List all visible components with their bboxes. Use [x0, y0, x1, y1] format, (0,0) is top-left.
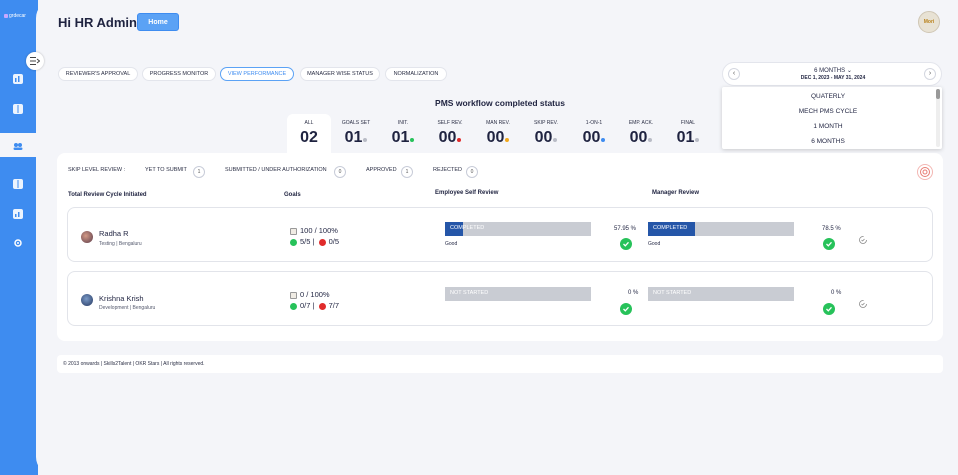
refresh-icon[interactable]: [858, 296, 868, 308]
status-dot: [695, 138, 700, 142]
goal-icon: [290, 291, 297, 299]
tab-progress-monitor[interactable]: PROGRESS MONITOR: [142, 67, 216, 81]
status-dot: [648, 138, 653, 142]
tab-manager-wise-status[interactable]: MANAGER WISE STATUS: [300, 67, 380, 81]
tab-normalization[interactable]: NORMALIZATION: [385, 67, 447, 81]
date-range-selector[interactable]: ‹ 6 MONTHS ⌄ DEC 1, 2023 - MAY 31, 2024 …: [722, 62, 942, 86]
count-badge: 0: [334, 166, 346, 178]
manager-review-rating: Good: [648, 241, 661, 247]
check-circle-icon: [620, 303, 632, 315]
goal-progress: 100 / 100%: [290, 226, 338, 235]
period-label[interactable]: 6 MONTHS ⌄: [723, 67, 943, 74]
dropdown-scrollbar[interactable]: [936, 89, 940, 147]
status-dot: [505, 138, 510, 142]
count-badge: 0: [466, 166, 478, 178]
team-icon[interactable]: [12, 139, 24, 151]
self-review-percent: 57.95 %: [614, 226, 637, 232]
dropdown-option[interactable]: 6 MONTHS: [722, 134, 934, 149]
column-header-manager-review: Manager Review: [652, 190, 700, 196]
skip-level-label: SKIP LEVEL REVIEW :: [68, 167, 126, 173]
skip-filter-rejected[interactable]: REJECTED: [433, 167, 462, 173]
stat-one-on-one[interactable]: 1-ON-1 00: [572, 120, 616, 147]
employee-meta: Development | Bengaluru: [99, 305, 156, 311]
self-review-rating: Good: [445, 241, 458, 247]
dropdown-option[interactable]: 1 MONTH: [722, 119, 934, 134]
period-dropdown: QUATERLY MECH PMS CYCLE 1 MONTH 6 MONTHS: [722, 87, 942, 149]
book-icon[interactable]: [12, 102, 24, 114]
check-circle-icon: [823, 238, 835, 250]
status-dot: [457, 138, 462, 142]
goal-counts: 0/7 | 7/7: [290, 301, 339, 310]
menu-collapse-icon: [30, 57, 40, 65]
check-circle-icon: [823, 303, 835, 315]
pms-status-title: PMS workflow completed status: [435, 98, 565, 108]
tab-view-performance[interactable]: VIEW PERFORMANCE: [220, 67, 294, 81]
tab-reviewers-approval[interactable]: REVIEWER'S APPROVAL: [58, 67, 138, 81]
status-dot: [553, 138, 558, 142]
column-header-self-review: Employee Self Review: [435, 190, 499, 196]
sidebar-toggle-button[interactable]: [26, 52, 44, 70]
next-period-button[interactable]: ›: [924, 68, 936, 80]
manager-review-progress-bar: NOT STARTED: [648, 287, 794, 301]
sidebar-rail: grdecar: [0, 0, 38, 475]
goal-icon: [290, 227, 297, 235]
skip-filter-approved[interactable]: APPROVED: [366, 167, 397, 173]
manager-review-percent: 0 %: [831, 290, 842, 296]
count-badge: 1: [401, 166, 413, 178]
column-header-goals: Goals: [284, 192, 301, 198]
footer: © 2013 onwards | Skills2Talent | OKR Sta…: [57, 355, 943, 373]
self-review-progress-bar: COMPLETED: [445, 222, 591, 236]
brand-logo[interactable]: grdecar: [4, 13, 26, 19]
dropdown-option[interactable]: QUATERLY: [722, 89, 934, 104]
skip-filter-submitted[interactable]: SUBMITTED / UNDER AUTHORIZATION: [225, 167, 327, 173]
refresh-icon[interactable]: [858, 232, 868, 244]
user-avatar[interactable]: Mori: [918, 11, 940, 33]
goal-counts: 5/5 | 0/5: [290, 237, 339, 246]
employee-meta: Testing | Bengaluru: [99, 241, 142, 247]
stat-employee-ack[interactable]: EMP. ACK. 00: [619, 120, 663, 147]
page-greeting: Hi HR Admin: [58, 15, 137, 30]
check-circle-icon: [290, 238, 297, 246]
column-header-cycle: Total Review Cycle Initiated: [68, 192, 147, 198]
employee-name[interactable]: Krishna Krish: [99, 294, 144, 303]
stat-all[interactable]: ALL 02: [287, 120, 331, 147]
status-dot: [410, 138, 415, 142]
manager-review-progress-bar: COMPLETED: [648, 222, 794, 236]
reports-icon[interactable]: [12, 177, 24, 189]
dashboard-icon[interactable]: [12, 72, 24, 84]
self-review-percent: 0 %: [628, 290, 639, 296]
settings-icon[interactable]: [12, 236, 24, 248]
close-circle-icon: [318, 302, 326, 310]
chevron-down-icon: ⌄: [846, 68, 852, 74]
check-circle-icon: [290, 302, 297, 310]
goal-progress: 0 / 100%: [290, 290, 330, 299]
dropdown-option[interactable]: MECH PMS CYCLE: [722, 104, 934, 119]
close-circle-icon: [318, 238, 326, 246]
stat-goals-set[interactable]: GOALS SET 01: [334, 120, 378, 147]
analytics-icon[interactable]: [12, 207, 24, 219]
stat-self-review[interactable]: SELF REV. 00: [428, 120, 472, 147]
stat-init[interactable]: INIT. 01: [381, 120, 425, 147]
date-range-label: DEC 1, 2023 - MAY 31, 2024: [800, 75, 866, 81]
stat-manager-review[interactable]: MAN REV. 00: [476, 120, 520, 147]
manager-review-percent: 78.5 %: [822, 226, 841, 232]
check-circle-icon: [620, 238, 632, 250]
footer-text: © 2013 onwards | Skills2Talent | OKR Sta…: [63, 361, 205, 367]
status-dot: [363, 138, 368, 142]
employee-name[interactable]: Radha R: [99, 229, 129, 238]
avatar: [81, 294, 93, 306]
self-review-progress-bar: NOT STARTED: [445, 287, 591, 301]
skip-filter-yet-to-submit[interactable]: YET TO SUBMIT: [145, 167, 187, 173]
status-dot: [601, 138, 606, 142]
stat-final[interactable]: FINAL 01: [666, 120, 710, 147]
stat-skip-review[interactable]: SKIP REV. 00: [524, 120, 568, 147]
target-icon[interactable]: [917, 164, 933, 180]
avatar: [81, 231, 93, 243]
home-button[interactable]: Home: [137, 13, 179, 31]
count-badge: 1: [193, 166, 205, 178]
